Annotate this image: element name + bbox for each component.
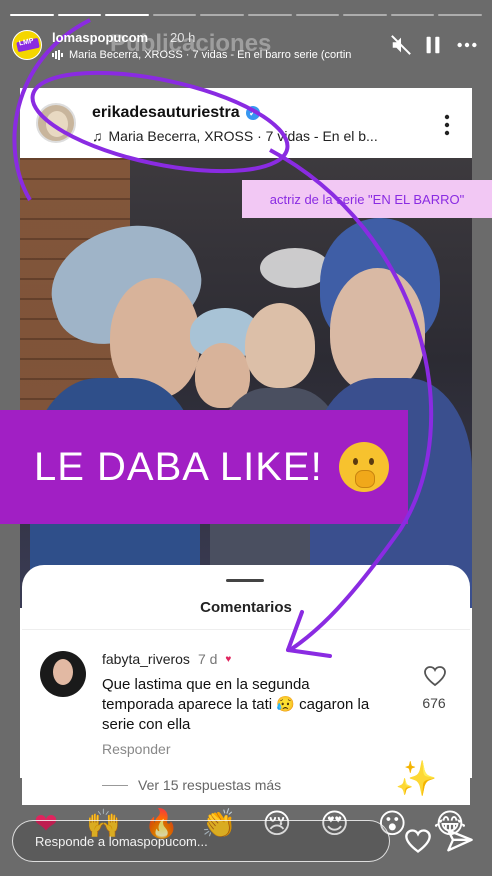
verified-icon: ✓ <box>245 106 260 120</box>
comment-like-count: 676 <box>422 695 446 711</box>
post-header: erikadesauturiestra ✓ ♫ Maria Becerra, X… <box>20 88 472 158</box>
reply-link[interactable]: Responder <box>102 741 171 757</box>
comments-title: Comentarios <box>200 599 292 616</box>
more-horizontal-icon[interactable] <box>456 34 478 56</box>
progress-segment <box>152 14 197 16</box>
sticker-banner: LE DABA LIKE! <box>0 410 408 524</box>
progress-segment <box>105 14 149 16</box>
send-icon[interactable] <box>446 827 474 855</box>
comment-age: 7 d <box>197 651 218 667</box>
muted-speaker-icon[interactable] <box>390 34 412 56</box>
shushing-face-icon <box>338 442 389 492</box>
caption-tag: actriz de la serie "EN EL BARRO" <box>242 180 492 218</box>
view-more-replies[interactable]: Ver 15 respuestas más <box>102 777 281 793</box>
commenter-avatar <box>40 651 86 697</box>
comment-text: Que lastima que en la segunda temporada … <box>102 676 370 733</box>
post-music-text: Maria Becerra, XROSS · 7 vidas - En el b… <box>108 128 378 144</box>
story-music[interactable]: Maria Becerra, XROSS · 7 vidas - En el b… <box>52 49 372 61</box>
more-vertical-icon <box>444 114 450 136</box>
story-header: LMP lomaspopucom 20 h Maria Becerra, XRO… <box>12 28 480 68</box>
banner-text: LE DABA LIKE! <box>34 444 323 489</box>
comment-like-icon[interactable] <box>422 665 448 687</box>
post-photo <box>20 158 472 608</box>
progress-segment <box>57 14 102 16</box>
progress-segment <box>247 14 292 16</box>
post-music: ♫ Maria Becerra, XROSS · 7 vidas - En el… <box>92 128 378 144</box>
view-more-replies-text[interactable]: Ver 15 respuestas más <box>138 777 281 793</box>
commenter-username: fabyta_riveros <box>102 651 190 667</box>
face <box>245 303 315 388</box>
pause-icon[interactable] <box>422 34 444 56</box>
story-author-username[interactable]: lomaspopucom <box>52 30 148 45</box>
post-username: erikadesauturiestra ✓ <box>92 104 260 122</box>
divider <box>102 784 128 786</box>
story-time: 20 h <box>170 30 196 45</box>
hand <box>354 470 375 488</box>
story-author-avatar[interactable]: LMP <box>12 30 42 60</box>
audio-bars-icon <box>52 50 63 60</box>
progress-segment <box>200 14 244 16</box>
story-progress <box>10 14 482 16</box>
progress-segment <box>10 14 54 16</box>
comment-header: fabyta_riveros 7 d ♥ <box>102 651 231 667</box>
reply-input[interactable]: Responde a lomaspopucom... <box>12 820 390 862</box>
eye <box>352 458 358 465</box>
like-story-icon[interactable] <box>404 827 432 855</box>
progress-segment <box>343 14 387 16</box>
progress-segment <box>295 14 340 16</box>
progress-segment <box>390 14 435 16</box>
face <box>330 268 425 393</box>
post-avatar <box>36 103 76 143</box>
post-username-text: erikadesauturiestra <box>92 104 240 121</box>
music-note-icon: ♫ <box>92 128 103 144</box>
sheet-grabber <box>226 579 264 582</box>
comments-sheet: Comentarios fabyta_riveros 7 d ♥ Que las… <box>22 565 470 805</box>
progress-segment <box>438 14 482 16</box>
liked-by-author-icon: ♥ <box>225 653 232 665</box>
story-music-text: Maria Becerra, XROSS · 7 vidas - En el b… <box>69 49 352 61</box>
divider <box>22 629 470 630</box>
eye <box>368 458 374 465</box>
story-viewer: Publicaciones erikadesauturiestra ✓ ♫ Ma… <box>0 0 492 876</box>
